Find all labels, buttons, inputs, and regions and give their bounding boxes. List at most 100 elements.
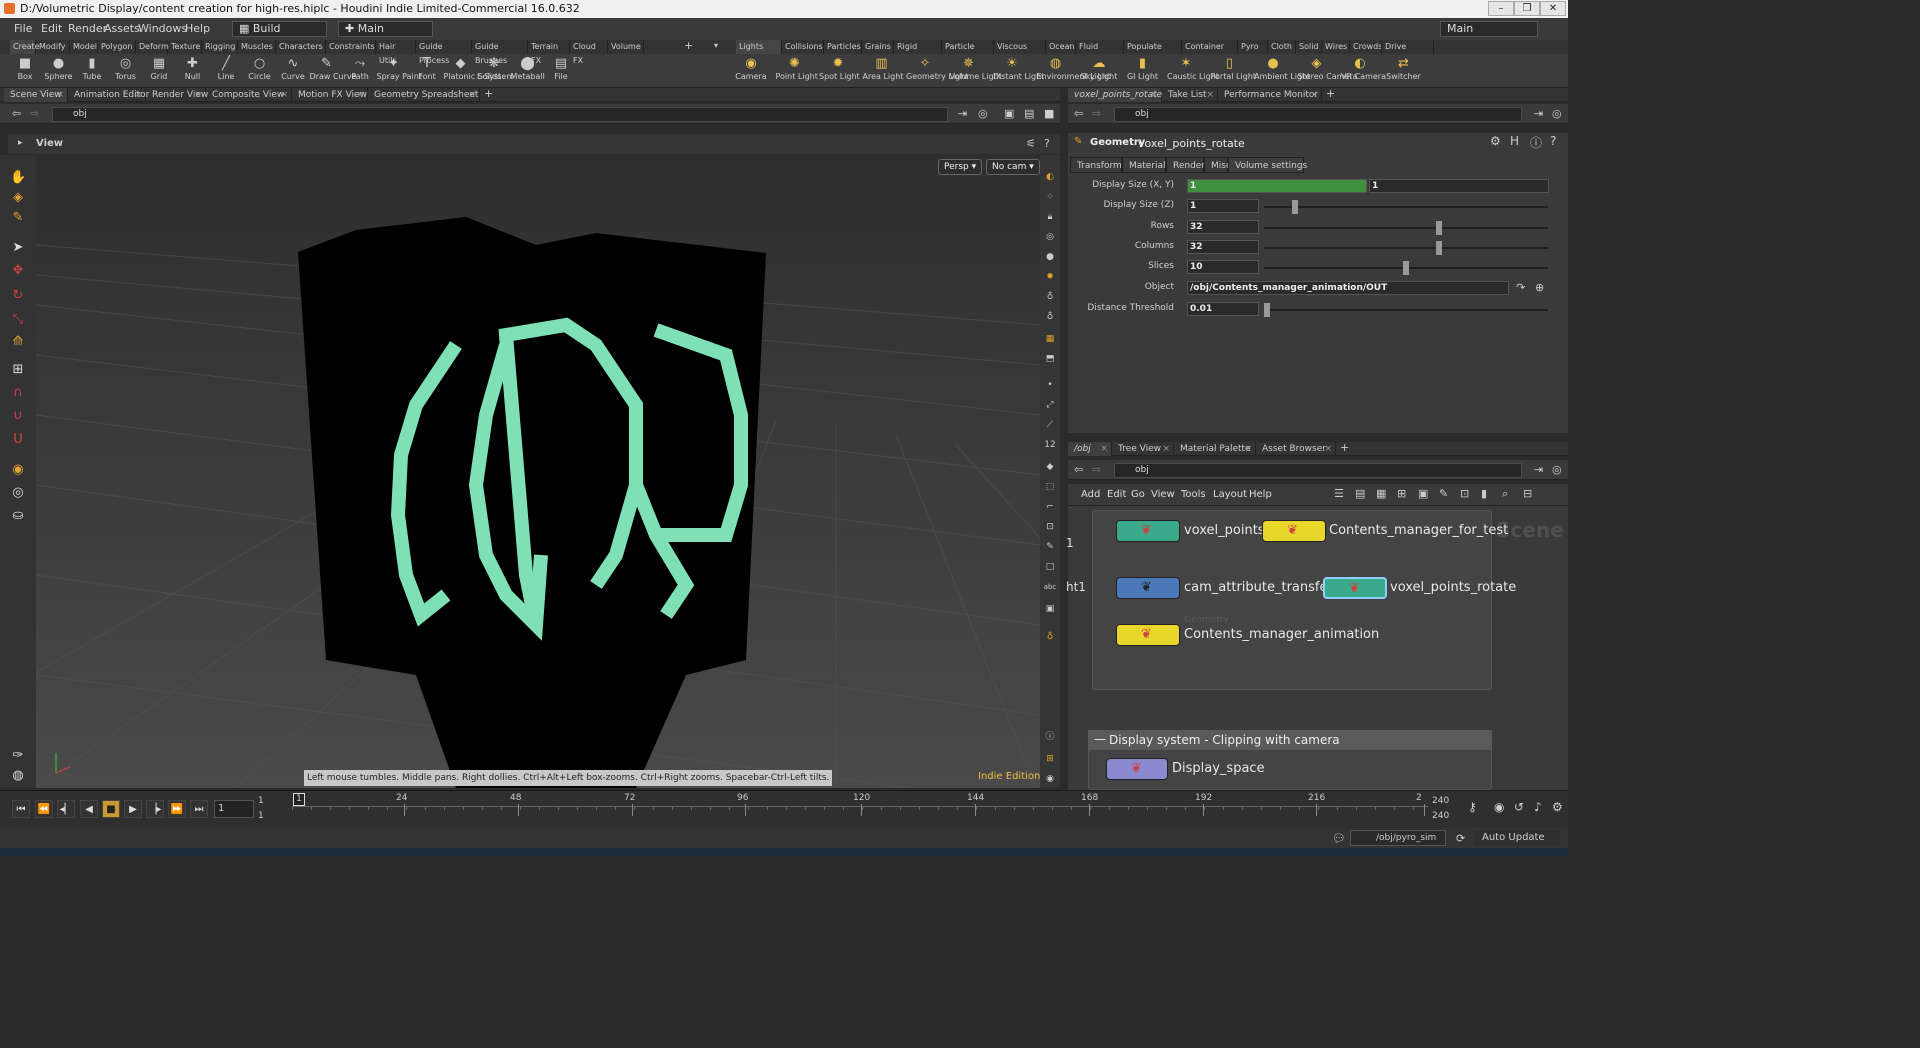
param-slider-display-size-z[interactable] [1264, 200, 1548, 214]
add-tab-icon[interactable]: + [1340, 441, 1349, 454]
time-options-icon[interactable]: ⚙ [1552, 800, 1563, 814]
tool-platonic-solids[interactable]: ◆ Platonic Solids [444, 56, 502, 88]
node-label-contents-manager-for-test[interactable]: Contents_manager_for_test [1329, 523, 1508, 538]
realtime-icon[interactable]: ◉ [1494, 800, 1504, 814]
shelf-tab-deform[interactable]: Deform [136, 40, 169, 54]
snap-grid-icon[interactable]: ⊞ [10, 362, 26, 378]
tab-motion-fx-view[interactable]: Motion FX View × [292, 88, 368, 102]
tool-environment-light[interactable]: ◍ Environment Light [1037, 56, 1111, 88]
tool-distant-light[interactable]: ☀ Distant Light [993, 56, 1044, 88]
shelf-tab-rigging[interactable]: Rigging [202, 40, 238, 54]
tab-composite-view[interactable]: Composite View × [206, 88, 292, 102]
node-label-voxel-points[interactable]: voxel_points [1184, 523, 1265, 538]
right-back-icon[interactable]: ⇦ [1074, 107, 1083, 120]
minimize-button[interactable]: – [1488, 1, 1514, 16]
param-tab-transform[interactable]: Transform [1070, 157, 1122, 173]
background-icon[interactable]: ⬒ [1043, 352, 1057, 366]
help-icon[interactable]: ? [1044, 137, 1050, 150]
normals-icon[interactable]: ⤢ [1043, 398, 1057, 412]
slider-knob[interactable] [1292, 200, 1298, 214]
net-toolbar-icon-0[interactable]: ☰ [1334, 487, 1344, 500]
param-slider-slices[interactable] [1264, 261, 1548, 275]
flipbook-icon[interactable]: ⛀ [10, 508, 26, 524]
tool-gi-light[interactable]: ▮ GI Light [1124, 56, 1162, 88]
tab-close-icon[interactable]: × [356, 88, 364, 102]
net-menu-view[interactable]: View [1151, 489, 1175, 500]
tab-close-icon[interactable]: × [1244, 442, 1252, 456]
tool-torus[interactable]: ◎ Torus [109, 56, 143, 88]
net-tab-obj[interactable]: /obj × [1068, 442, 1112, 456]
node-cam-attribute-transfer[interactable]: ❦ [1116, 577, 1180, 599]
shelf-tab-crowds[interactable]: Crowds [1350, 40, 1382, 54]
node-voxel-points-rotate[interactable]: ❦ [1323, 577, 1387, 599]
slider-knob[interactable] [1264, 303, 1270, 317]
net-toolbar-icon-5[interactable]: ✎ [1439, 487, 1448, 500]
shelf-tab-solid[interactable]: Solid [1296, 40, 1322, 54]
visibility-icon[interactable]: ◎ [1043, 230, 1057, 244]
tool-point-light[interactable]: ✺ Point Light [776, 56, 818, 88]
menu-help[interactable]: Help [185, 22, 210, 35]
left-path-field[interactable]: obj [52, 107, 948, 122]
grid-display-icon[interactable]: ▦ [1043, 332, 1057, 346]
scale-tool-icon[interactable]: ⤡ [10, 312, 26, 328]
light-tool-icon[interactable]: ✑ [10, 748, 26, 764]
rotate-tool-icon[interactable]: ↻ [10, 288, 26, 304]
tab-close-icon[interactable]: × [56, 88, 64, 102]
info-icon[interactable]: ⓘ [1043, 730, 1057, 744]
display-options-icon[interactable]: ⚟ [1026, 137, 1036, 150]
tool-draw-curve[interactable]: ✎ Draw Curve [310, 56, 357, 88]
link-icon[interactable]: ◎ [978, 107, 988, 120]
tool-circle[interactable]: ○ Circle [243, 56, 277, 88]
edit-icon[interactable]: ✎ [1043, 540, 1057, 554]
net-menu-layout[interactable]: Layout [1213, 489, 1247, 500]
tab-close-icon[interactable]: × [1310, 88, 1318, 102]
param-field-display-size-z[interactable]: 1 [1187, 199, 1259, 213]
shelf-tab-oceans[interactable]: Oceans [1046, 40, 1076, 54]
tool-ambient-light[interactable]: ● Ambient Light [1254, 56, 1310, 88]
net-pin-icon[interactable]: ⇥ [1534, 463, 1543, 476]
current-frame-field[interactable]: 1 [214, 800, 254, 818]
net-toolbar-icon-8[interactable]: ⌕ [1502, 487, 1508, 501]
param-slider-columns[interactable] [1264, 241, 1548, 255]
tab-close-icon[interactable]: × [1150, 88, 1158, 102]
net-forward-icon[interactable]: ⇨ [1092, 463, 1101, 476]
camera-tool-icon[interactable]: ◉ [10, 462, 26, 478]
param-field-rows[interactable]: 32 [1187, 220, 1259, 234]
menu-file[interactable]: File [14, 22, 32, 35]
right-pin-icon[interactable]: ⇥ [1534, 107, 1543, 120]
context-dropdown[interactable]: ✚ Main [338, 21, 433, 37]
right-desktop-dropdown[interactable]: Main [1440, 21, 1538, 37]
node-voxel-points[interactable]: ❦ [1116, 520, 1180, 542]
numbers-icon[interactable]: 12 [1043, 438, 1057, 452]
net-toolbar-icon-7[interactable]: ▮ [1481, 487, 1487, 500]
shelf-tab-modify[interactable]: Modify [36, 40, 70, 54]
shelf-tab-muscles[interactable]: Muscles [238, 40, 276, 54]
play-icon[interactable]: ▶ [124, 800, 142, 818]
shelf-tab-polygon[interactable]: Polygon [98, 40, 136, 54]
add-tab-icon[interactable]: + [1326, 87, 1335, 100]
tool-camera[interactable]: ◉ Camera [732, 56, 770, 88]
collapse-icon[interactable]: — [1094, 732, 1106, 746]
node-label-cam-attribute-transfer[interactable]: cam_attribute_transfer [1184, 580, 1333, 595]
end-frame-field[interactable]: 240 [1432, 796, 1449, 806]
param-field-display-size-x-y-y[interactable]: 1 [1369, 179, 1549, 193]
tool-switcher[interactable]: ⇄ Switcher [1385, 56, 1423, 88]
shelf-tab-guide-brushes[interactable]: Guide Brushes [472, 40, 528, 65]
param-tab-misc[interactable]: Misc [1204, 157, 1231, 173]
lock-icon[interactable]: 🔒︎ [1043, 210, 1057, 224]
forward-arrow-icon[interactable]: ⇨ [30, 107, 39, 120]
shelf-tab-particle-fluids[interactable]: Particle Fluids [942, 40, 994, 54]
tool-sky-light[interactable]: ☁ Sky Light [1080, 56, 1118, 88]
node-label-voxel-points-rotate[interactable]: voxel_points_rotate [1390, 580, 1516, 595]
shelf-tab-lights-and-c[interactable]: Lights and C... [736, 40, 782, 54]
param-tab-render[interactable]: Render [1166, 157, 1205, 173]
param-slider-distance-threshold[interactable] [1264, 303, 1548, 317]
tool-spray-paint[interactable]: ✦ Spray Paint [377, 56, 422, 88]
shading-icon[interactable]: ● [1043, 250, 1057, 264]
param-field-object[interactable]: /obj/Contents_manager_animation/OUT [1187, 281, 1509, 295]
tab-close-icon[interactable]: × [134, 88, 142, 102]
right-link-icon[interactable]: ◎ [1552, 107, 1562, 120]
shadow-icon[interactable]: ♁ [1043, 310, 1057, 324]
tab-take-list[interactable]: Take List × [1162, 88, 1218, 102]
net-menu-tools[interactable]: Tools [1181, 489, 1206, 500]
